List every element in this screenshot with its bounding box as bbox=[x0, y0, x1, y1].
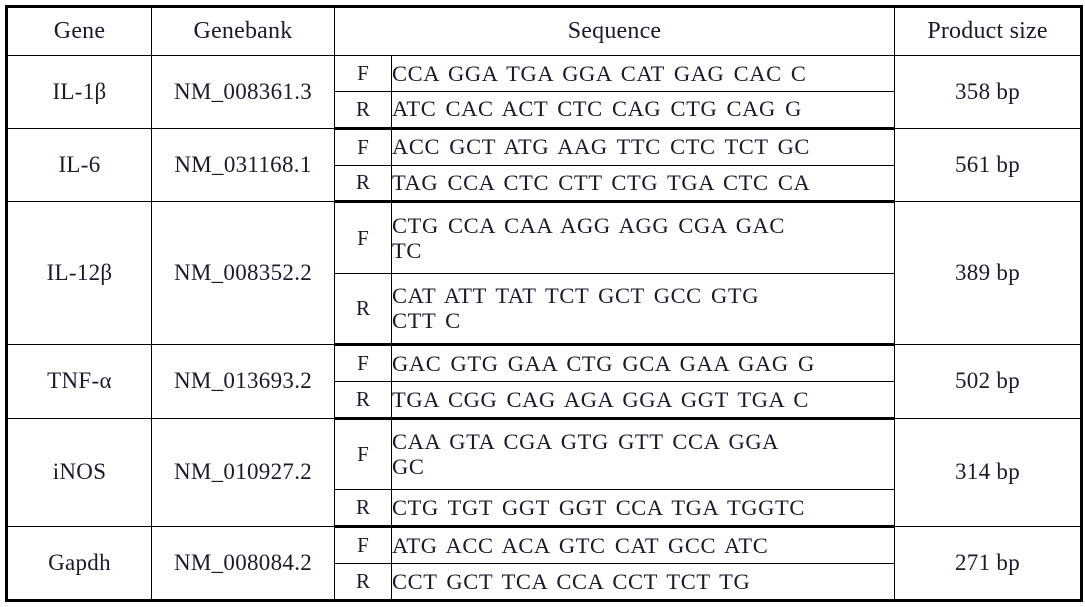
cell-gene: TNF-α bbox=[6, 343, 152, 419]
cell-product-size: 314 bp bbox=[894, 417, 1082, 527]
cell-direction-forward: F bbox=[334, 343, 392, 382]
cell-direction-forward: F bbox=[334, 201, 392, 274]
cell-sequence-forward: CTG CCA CAA AGG AGG CGA GAC TC bbox=[391, 201, 895, 274]
cell-sequence-forward: ATG ACC ACA GTC CAT GCC ATC bbox=[391, 525, 895, 564]
sequence-line: GAC GTG GAA CTG GCA GAA GAG G bbox=[392, 350, 815, 376]
cell-sequence-forward: GAC GTG GAA CTG GCA GAA GAG G bbox=[391, 343, 895, 382]
cell-sequence-forward: ACC GCT ATG AAG TTC CTC TCT GC bbox=[391, 127, 895, 166]
cell-genebank: NM_008084.2 bbox=[151, 525, 335, 602]
cell-product-size: 389 bp bbox=[894, 201, 1082, 345]
table-row: Gapdh NM_008084.2 F ATG ACC ACA GTC CAT GCC… bbox=[6, 525, 1082, 602]
sequence-line: CTG CCA CAA AGG AGG CGA GAC bbox=[392, 212, 786, 238]
cell-direction-reverse: R bbox=[334, 90, 392, 130]
cell-direction-reverse: R bbox=[334, 562, 392, 602]
table-row: iNOS NM_010927.2 F CAA GTA CGA GTG GTT CCA … bbox=[6, 417, 1082, 527]
sequence-line: CTT C bbox=[392, 308, 461, 334]
sequence-line: TC bbox=[392, 238, 422, 264]
sequence-line: ATC CAC ACT CTC CAG CTG CAG G bbox=[392, 96, 802, 122]
sequence-line: TAG CCA CTC CTT CTG TGA CTC CA bbox=[392, 170, 811, 196]
sequence-line: ACC GCT ATG AAG TTC CTC TCT GC bbox=[392, 134, 811, 160]
column-header-product-size: Product size bbox=[894, 6, 1082, 56]
cell-sequence-reverse: CCT GCT TCA CCA CCT TCT TG bbox=[391, 562, 895, 602]
cell-direction-reverse: R bbox=[334, 488, 392, 528]
cell-gene: Gapdh bbox=[6, 525, 152, 602]
cell-sequence-reverse: TGA CGG CAG AGA GGA GGT TGA C bbox=[391, 380, 895, 420]
cell-sequence-forward: CCA GGA TGA GGA CAT GAG CAC C bbox=[391, 55, 895, 92]
cell-genebank: NM_010927.2 bbox=[151, 417, 335, 527]
cell-genebank: NM_008361.3 bbox=[151, 55, 335, 129]
cell-gene: IL-12β bbox=[6, 201, 152, 345]
cell-sequence-forward: CAA GTA CGA GTG GTT CCA GGA GC bbox=[391, 417, 895, 490]
table-body: IL-1β NM_008361.3 F CCA GGA TGA GGA CAT GAG… bbox=[6, 55, 1082, 602]
cell-product-size: 561 bp bbox=[894, 127, 1082, 203]
cell-sequence-reverse: CAT ATT TAT TCT GCT GCC GTG CTT C bbox=[391, 272, 895, 346]
sequence-line: TGA CGG CAG AGA GGA GGT TGA C bbox=[392, 386, 809, 412]
column-header-gene: Gene bbox=[6, 6, 152, 56]
sequence-line: CAA GTA CGA GTG GTT CCA GGA bbox=[392, 429, 780, 455]
cell-sequence-reverse: CTG TGT GGT GGT CCA TGA TGGTC bbox=[391, 488, 895, 528]
cell-genebank: NM_013693.2 bbox=[151, 343, 335, 419]
cell-product-size: 271 bp bbox=[894, 525, 1082, 602]
cell-direction-forward: F bbox=[334, 55, 392, 92]
sequence-line: CCA GGA TGA GGA CAT GAG CAC C bbox=[392, 60, 807, 86]
table-header-row: Gene Genebank Sequence Product size bbox=[6, 6, 1082, 56]
cell-direction-reverse: R bbox=[334, 380, 392, 420]
sequence-line: CTG TGT GGT GGT CCA TGA TGGTC bbox=[392, 494, 805, 520]
column-header-sequence: Sequence bbox=[334, 6, 895, 56]
column-header-genebank: Genebank bbox=[151, 6, 335, 56]
table-row: IL-6 NM_031168.1 F ACC GCT ATG AAG TTC CTC … bbox=[6, 127, 1082, 203]
cell-direction-reverse: R bbox=[334, 272, 392, 346]
cell-gene: IL-1β bbox=[6, 55, 152, 129]
sequence-line: CCT GCT TCA CCA CCT TCT TG bbox=[392, 568, 751, 594]
cell-direction-forward: F bbox=[334, 417, 392, 490]
sequence-line: CAT ATT TAT TCT GCT GCC GTG bbox=[392, 283, 760, 309]
cell-product-size: 358 bp bbox=[894, 55, 1082, 129]
cell-product-size: 502 bp bbox=[894, 343, 1082, 419]
table-row: IL-1β NM_008361.3 F CCA GGA TGA GGA CAT GAG… bbox=[6, 55, 1082, 129]
table-row: IL-12β NM_008352.2 F CTG CCA CAA AGG AGG CG… bbox=[6, 201, 1082, 345]
cell-gene: iNOS bbox=[6, 417, 152, 527]
table-row: TNF-α NM_013693.2 F GAC GTG GAA CTG GCA GAA… bbox=[6, 343, 1082, 419]
sequence-line: GC bbox=[392, 454, 425, 480]
cell-direction-reverse: R bbox=[334, 164, 392, 204]
cell-gene: IL-6 bbox=[6, 127, 152, 203]
primer-table: Gene Genebank Sequence Product size IL-1… bbox=[5, 5, 1083, 602]
cell-sequence-reverse: TAG CCA CTC CTT CTG TGA CTC CA bbox=[391, 164, 895, 204]
cell-direction-forward: F bbox=[334, 525, 392, 564]
primer-table-container: Gene Genebank Sequence Product size IL-1… bbox=[5, 5, 1083, 602]
cell-sequence-reverse: ATC CAC ACT CTC CAG CTG CAG G bbox=[391, 90, 895, 130]
cell-genebank: NM_031168.1 bbox=[151, 127, 335, 203]
sequence-line: ATG ACC ACA GTC CAT GCC ATC bbox=[392, 532, 769, 558]
cell-genebank: NM_008352.2 bbox=[151, 201, 335, 345]
cell-direction-forward: F bbox=[334, 127, 392, 166]
